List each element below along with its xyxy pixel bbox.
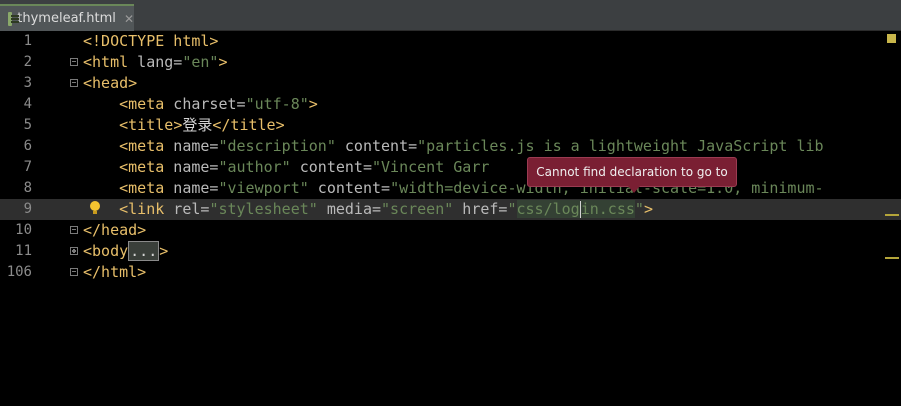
line-number: 106 [6, 264, 32, 280]
code-line: 10 </head> [0, 220, 901, 241]
attribute-value: "particles.js is a lightweight JavaScrip… [417, 137, 824, 155]
tag-name: html [92, 53, 129, 71]
editor-tab-bar: thymeleaf.html ✕ [0, 0, 901, 31]
attribute-value: "en" [182, 53, 219, 71]
attribute: href= [453, 200, 508, 218]
fold-toggle[interactable] [70, 226, 78, 234]
tag-close: > [159, 242, 169, 260]
line-number: 10 [15, 222, 32, 238]
code-line: 6 <meta name="description" content="part… [0, 136, 901, 157]
line-number: 5 [23, 117, 32, 133]
line-number: 6 [23, 138, 32, 154]
folded-region[interactable]: ... [128, 241, 160, 261]
code-line: 8 <meta name="viewport" content="width=d… [0, 178, 901, 199]
attribute-value: "Vincent Garr [372, 158, 490, 176]
tab-label: thymeleaf.html [17, 11, 116, 26]
attribute: content= [335, 137, 418, 155]
html-close-tag: </html> [83, 263, 147, 281]
attribute: charset= [164, 95, 246, 113]
attribute: content= [290, 158, 372, 176]
attribute: name= [164, 137, 219, 155]
attribute-value: " [634, 200, 644, 218]
line-number: 11 [15, 243, 32, 259]
title-text: 登录 [182, 116, 213, 134]
attribute-value: "screen" [381, 200, 454, 218]
attribute: lang= [128, 53, 183, 71]
code-line: 3 <head> [0, 73, 901, 94]
body-open-tag: <body [83, 242, 129, 260]
attribute-value: "utf-8" [245, 95, 309, 113]
code-editor[interactable]: 1 <!DOCTYPE html> 2 <html lang="en"> 3 <… [0, 31, 901, 406]
tag-name: link [128, 200, 165, 218]
error-tooltip: Cannot find declaration to go to [527, 157, 737, 193]
attribute-value: " [507, 200, 517, 218]
fold-toggle[interactable] [70, 268, 78, 276]
doctype: <!DOCTYPE html> [83, 32, 219, 50]
code-line: 7 <meta name="author" content="Vincent G… [0, 157, 901, 178]
code-line: 1 <!DOCTYPE html> [0, 31, 901, 52]
error-stripe-mark[interactable] [885, 214, 899, 216]
code-line: 106 </html> [0, 262, 901, 283]
inspection-status-icon[interactable] [887, 34, 896, 43]
fold-toggle[interactable] [70, 79, 78, 87]
code-line-current: 9 <link rel="stylesheet" media="screen" … [0, 199, 901, 220]
fold-expand-toggle[interactable] [70, 247, 78, 255]
line-number: 9 [23, 201, 32, 217]
href-path-highlight[interactable]: css/log [516, 200, 580, 218]
attribute-value: "viewport" [218, 179, 309, 197]
line-number: 4 [23, 96, 32, 112]
href-path-highlight[interactable]: in.css [580, 200, 635, 218]
html-file-icon [8, 11, 20, 26]
tag-close: > [218, 53, 228, 71]
close-icon[interactable]: ✕ [124, 12, 134, 26]
attribute: rel= [164, 200, 210, 218]
line-number: 7 [23, 159, 32, 175]
line-number: 8 [23, 180, 32, 196]
attribute: name= [164, 158, 219, 176]
tab-thymeleaf-html[interactable]: thymeleaf.html ✕ [0, 4, 134, 31]
fold-toggle[interactable] [70, 58, 78, 66]
attribute-value: "description" [218, 137, 336, 155]
tag-close: </title> [212, 116, 285, 134]
tag-name: meta [128, 158, 165, 176]
tag-name: title [128, 116, 174, 134]
tag-name: meta [128, 179, 165, 197]
head-open-tag: <head> [83, 74, 138, 92]
code-line: 5 <title>登录</title> [0, 115, 901, 136]
line-number: 2 [23, 54, 32, 70]
tag-name: meta [128, 137, 165, 155]
code-line: 2 <html lang="en"> [0, 52, 901, 73]
attribute: content= [308, 179, 391, 197]
line-number: 1 [23, 33, 32, 49]
tag-name: meta [128, 95, 165, 113]
attribute: media= [317, 200, 382, 218]
code-line: 11 <body... > [0, 241, 901, 262]
code-line: 4 <meta charset="utf-8"> [0, 94, 901, 115]
attribute-value: "author" [218, 158, 291, 176]
attribute-value: "stylesheet" [209, 200, 318, 218]
line-number: 3 [23, 75, 32, 91]
tag-open: < [83, 53, 93, 71]
attribute: name= [164, 179, 219, 197]
error-stripe-mark[interactable] [885, 257, 899, 259]
head-close-tag: </head> [83, 221, 147, 239]
